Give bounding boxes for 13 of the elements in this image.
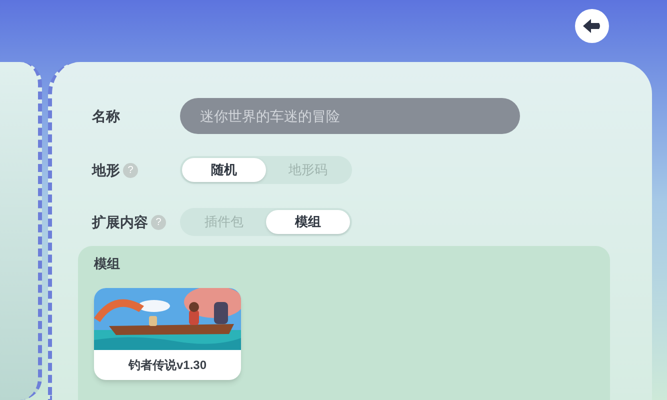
mod-card[interactable]: 钓者传说v1.30 bbox=[94, 288, 241, 380]
help-icon[interactable]: ? bbox=[151, 214, 166, 230]
field-label: 扩展内容 bbox=[92, 212, 148, 232]
back-arrow-icon bbox=[582, 18, 602, 34]
segment-tab[interactable]: 随机 bbox=[182, 158, 266, 182]
section-title: 模组 bbox=[94, 255, 121, 273]
help-icon[interactable]: ? bbox=[123, 162, 138, 178]
back-button[interactable] bbox=[575, 9, 609, 43]
segment-tab[interactable]: 模组 bbox=[266, 210, 350, 234]
mod-title: 钓者传说v1.30 bbox=[127, 356, 208, 374]
field-label: 名称 bbox=[92, 106, 121, 126]
field-label: 地形 bbox=[92, 160, 120, 180]
name-field[interactable]: 迷你世界的车迷的冒险 bbox=[180, 98, 520, 134]
